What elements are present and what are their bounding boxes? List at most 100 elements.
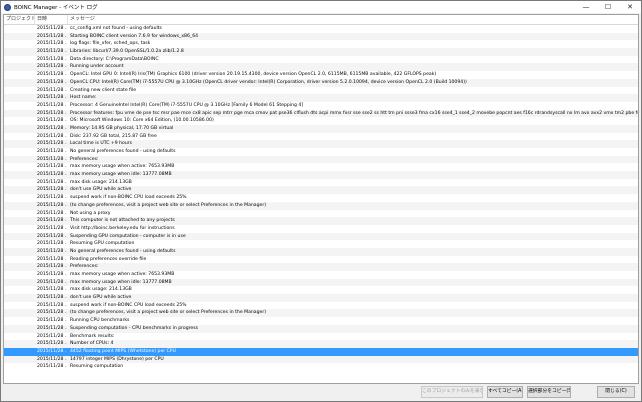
log-row-project [6, 102, 34, 110]
show-project-messages-button[interactable]: このプロジェクトのみを表示(S) [421, 386, 483, 398]
log-row[interactable]: 2015/11/28 ... Number of CPUs: 4 [4, 340, 638, 348]
log-row[interactable]: 2015/11/28 ... Reading preferences overri… [4, 256, 638, 264]
log-row-date: 2015/11/28 ... [37, 64, 67, 70]
log-row[interactable]: 2015/11/28 ... max memory usage when idle… [4, 171, 638, 179]
log-row[interactable]: 2015/11/28 ... suspend work if non-BOINC … [4, 302, 638, 310]
log-row-date: 2015/11/28 ... [37, 272, 67, 277]
log-row-date: 2015/11/28 ... [37, 218, 67, 224]
log-row[interactable]: 2015/11/28 ... don't use GPU while active [4, 186, 638, 195]
log-row[interactable]: 2015/11/28 ... Data directory: C:\Program… [4, 56, 638, 64]
log-row-message: Host name: [70, 95, 97, 101]
log-row-project [6, 202, 34, 210]
close-window-button[interactable]: ✕ [619, 1, 641, 13]
column-header-project[interactable]: プロジェクト [4, 15, 35, 24]
log-row-date: 2015/11/28 ... [37, 348, 67, 354]
maximize-button[interactable]: ☐ [597, 1, 619, 13]
log-row-message: OS: Microsoft Windows 10: Core x64 Editi… [70, 118, 214, 124]
log-row-project [6, 348, 34, 356]
log-row[interactable]: 2015/11/28 ... Host name: [4, 94, 638, 102]
title-bar[interactable]: BOINC Manager - イベント ログ — ☐ ✕ [1, 1, 641, 13]
log-row-message: max memory usage when active: 7653.93MB [70, 272, 175, 277]
log-row[interactable]: 2015/11/28 ... Not using a proxy [4, 210, 638, 218]
log-row[interactable]: 2015/11/28 ... cc_config.xml not found - … [4, 25, 638, 33]
log-row[interactable]: 2015/11/28 ... OpenCL: Intel GPU 0: Intel… [4, 71, 638, 79]
log-row-date: 2015/11/28 ... [37, 264, 67, 270]
log-row-message: Running under account [70, 64, 124, 70]
log-row[interactable]: 2015/11/28 ... Visit http://boinc.berkele… [4, 225, 638, 233]
copy-all-button[interactable]: すべてコピー(A) [487, 386, 523, 398]
log-row[interactable]: 2015/11/28 ... No general preferences fou… [4, 148, 638, 156]
log-row[interactable]: 2015/11/28 ... Local time is UTC +9 hours [4, 140, 638, 148]
log-row[interactable]: 2015/11/28 ... Resuming GPU computation [4, 240, 638, 248]
log-row[interactable]: 2015/11/28 ... Resuming computation [4, 363, 638, 371]
log-row-date: 2015/11/28 ... [37, 325, 67, 331]
log-row[interactable]: 2015/11/28 ... OS: Microsoft Windows 10: … [4, 117, 638, 125]
log-row[interactable]: 2015/11/28 ... (to change preferences, vi… [4, 309, 638, 318]
log-row[interactable]: 2015/11/28 ... Running CPU benchmarks [4, 317, 638, 325]
log-row-message: No general preferences found - using def… [70, 149, 176, 154]
log-row[interactable]: 2015/11/28 ... max memory usage when idle… [4, 278, 638, 287]
log-row[interactable]: 2015/11/28 ... Suspending computation - C… [4, 324, 638, 333]
log-row[interactable]: 2015/11/28 ... don't use GPU while active [4, 294, 638, 302]
log-row-date: 2015/11/28 ... [37, 72, 67, 78]
log-row-project [6, 217, 34, 225]
log-row-message: (to change preferences, visit a project … [70, 202, 267, 208]
log-row[interactable]: 2015/11/28 ... max disk usage: 214.13GB [4, 179, 638, 187]
log-row[interactable]: 2015/11/28 ... Creating new client state … [4, 87, 638, 95]
log-row[interactable]: 2015/11/28 ... This computer is not attac… [4, 217, 638, 225]
log-row[interactable]: 2015/11/28 ... Benchmark results: [4, 333, 638, 341]
column-header-date[interactable]: 日時 [35, 15, 68, 24]
log-row[interactable]: 2015/11/28 ... Libraries: libcurl/7.39.0 … [4, 48, 638, 56]
log-row-project [6, 33, 34, 41]
log-row-date: 2015/11/28 ... [37, 125, 67, 131]
log-row-project [6, 133, 34, 141]
log-row[interactable]: 2015/11/28 ... 14797 integer MIPS (Dhryst… [4, 355, 638, 364]
log-row-date: 2015/11/28 ... [37, 95, 67, 101]
log-row-date: 2015/11/28 ... [37, 195, 67, 201]
log-row[interactable]: 2015/11/28 ... Starting BOINC client vers… [4, 32, 638, 41]
log-row[interactable]: 2015/11/28 ... 4452 floating point MIPS (… [4, 347, 638, 356]
log-row[interactable]: 2015/11/28 ... Processor: 4 GenuineIntel … [4, 102, 638, 110]
log-row[interactable]: 2015/11/28 ... Processor features: fpu vm… [4, 109, 638, 118]
log-row[interactable]: 2015/11/28 ... max disk usage: 214.13GB [4, 286, 638, 294]
log-row[interactable]: 2015/11/28 ... max memory usage when acti… [4, 163, 638, 171]
boinc-logo-icon [4, 3, 11, 11]
log-row[interactable]: 2015/11/28 ... Suspending GPU computation… [4, 232, 638, 241]
message-list[interactable]: プロジェクト 日時 メッセージ 2015/11/28 ... cc_config.… [3, 14, 639, 384]
log-row[interactable]: 2015/11/28 ... Running under account [4, 63, 638, 72]
log-row[interactable]: 2015/11/28 ... Preferences: [4, 263, 638, 271]
log-row-date: 2015/11/28 ... [37, 56, 67, 62]
log-row[interactable]: 2015/11/28 ... log flags: file_xfer, sche… [4, 40, 638, 48]
log-row-date: 2015/11/28 ... [37, 210, 67, 216]
close-button[interactable]: 閉じる(C) [597, 386, 635, 398]
log-row[interactable]: 2015/11/28 ... max memory usage when acti… [4, 271, 638, 279]
log-row-message: Local time is UTC +9 hours [70, 141, 133, 147]
log-row-message: max memory usage when idle: 13777.08MB [70, 172, 172, 178]
log-row-message: Benchmark results: [70, 333, 115, 339]
log-row-message: Libraries: libcurl/7.39.0 OpenSSL/1.0.2a… [70, 49, 184, 55]
minimize-button[interactable]: — [575, 1, 597, 13]
log-row-date: 2015/11/28 ... [37, 225, 67, 231]
log-row-date: 2015/11/28 ... [37, 248, 67, 254]
log-row-date: 2015/11/28 ... [37, 156, 67, 162]
log-row-message: OpenCL CPU: Intel(R) Core(TM) i7-5557U C… [70, 79, 467, 85]
log-row-project [6, 286, 34, 294]
list-header: プロジェクト 日時 メッセージ [4, 15, 638, 25]
log-row[interactable]: 2015/11/28 ... Disk: 237.92 GB total, 215… [4, 133, 638, 141]
log-row[interactable]: 2015/11/28 ... suspend work if non-BOINC … [4, 194, 638, 202]
log-row-date: 2015/11/28 ... [37, 179, 67, 185]
log-row-project [6, 71, 34, 79]
log-row[interactable]: 2015/11/28 ... (to change preferences, vi… [4, 201, 638, 210]
log-row-project [6, 340, 34, 348]
log-row-date: 2015/11/28 ... [37, 102, 67, 108]
log-row-project [6, 79, 34, 87]
copy-selected-button[interactable]: 選択部分をコピー(S) [527, 386, 571, 398]
log-row[interactable]: 2015/11/28 ... Preferences: [4, 155, 638, 164]
log-row-project [6, 186, 34, 194]
log-row[interactable]: 2015/11/28 ... Memory: 14.95 GB physical,… [4, 124, 638, 133]
log-row-project [6, 256, 34, 264]
log-row[interactable]: 2015/11/28 ... No general preferences fou… [4, 247, 638, 256]
log-row[interactable]: 2015/11/28 ... OpenCL CPU: Intel(R) Core(… [4, 78, 638, 87]
column-header-message[interactable]: メッセージ [68, 15, 638, 24]
log-row-date: 2015/11/28 ... [37, 118, 67, 124]
